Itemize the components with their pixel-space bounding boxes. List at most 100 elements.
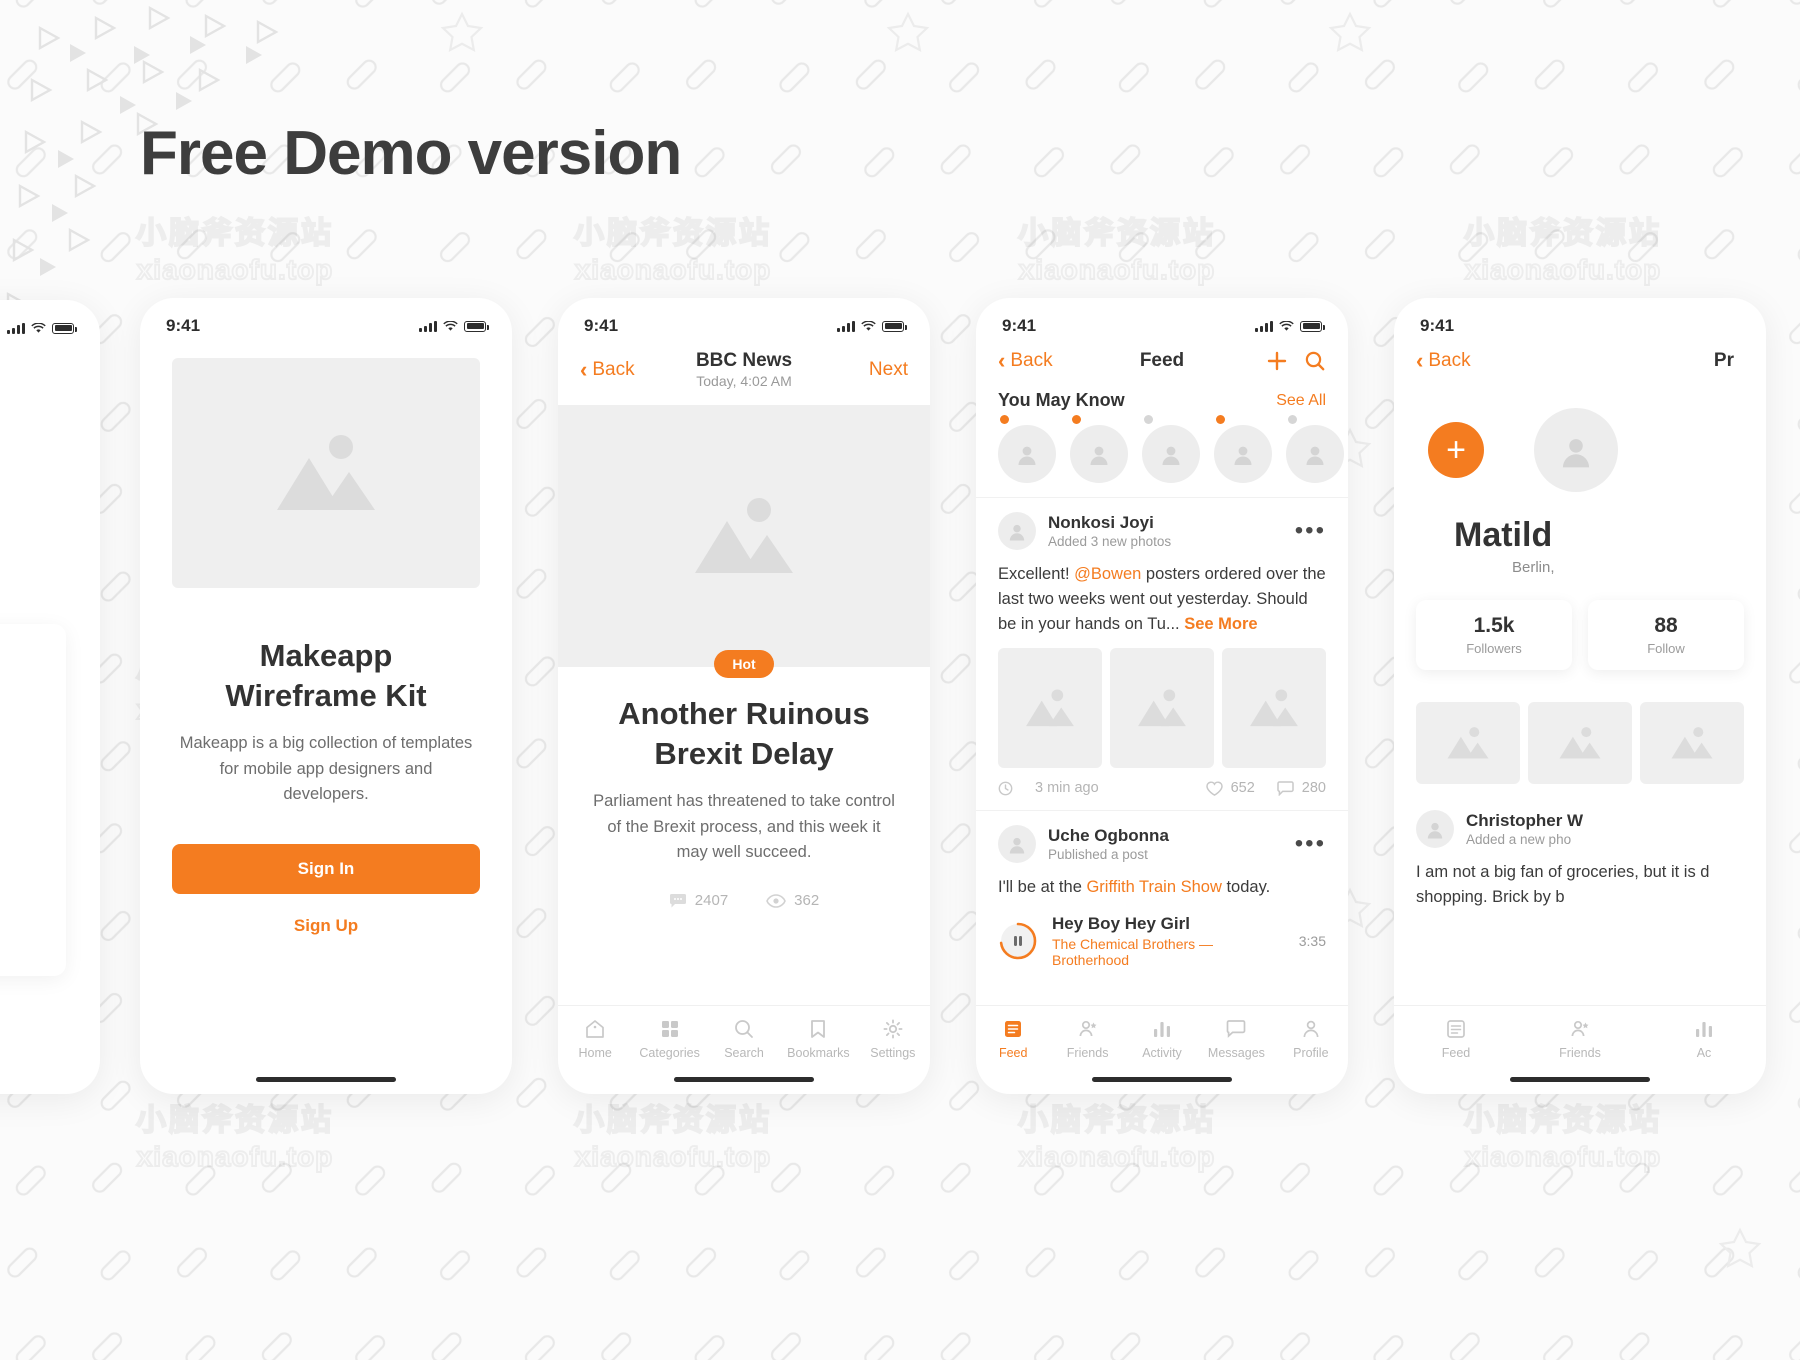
avatar — [1416, 810, 1454, 848]
likes-stat[interactable]: 652 — [1205, 780, 1255, 797]
tab-label: Friends — [1066, 1046, 1109, 1060]
article-title-line2: Brexit Delay — [654, 735, 834, 771]
tab-friends[interactable]: Friends — [1518, 1018, 1642, 1060]
profile-post: Christopher W Added a new pho I am not a… — [1394, 796, 1766, 910]
profile-name: Matild — [1454, 516, 1553, 554]
avatar — [1142, 425, 1200, 483]
tab-settings[interactable]: Settings — [856, 1018, 930, 1060]
mention-link[interactable]: @Bowen — [1074, 565, 1141, 583]
unread-dot — [1072, 415, 1081, 424]
chevron-left-icon: ‹ — [998, 348, 1006, 373]
profile-location: Berlin, — [1512, 559, 1555, 576]
post-more-button[interactable]: ••• — [1295, 518, 1326, 543]
pause-button[interactable] — [998, 921, 1038, 961]
tab-feed[interactable]: Feed — [1394, 1018, 1518, 1060]
friends-icon — [1079, 1020, 1097, 1037]
status-icons — [1255, 320, 1325, 332]
person-icon — [1562, 438, 1590, 468]
navigation-bar: ‹ Back Feed — [976, 344, 1348, 378]
sign-in-button[interactable]: Sign In — [172, 844, 480, 895]
add-icon[interactable] — [1266, 350, 1288, 372]
tab-activity[interactable]: Ac — [1642, 1018, 1766, 1060]
post-text-before: Excellent! — [998, 565, 1075, 583]
home-icon — [586, 1020, 605, 1038]
suggestion-avatar-item[interactable] — [1142, 415, 1200, 483]
profile-photos — [1394, 682, 1766, 784]
next-button[interactable]: Next — [836, 359, 908, 381]
tab-activity[interactable]: Activity — [1125, 1018, 1199, 1060]
profile-photo[interactable] — [1528, 702, 1632, 784]
navigation-bar: ‹ Back BBC News Today, 4:02 AM Next — [558, 344, 930, 399]
suggestion-avatar-item[interactable] — [1070, 415, 1128, 483]
wifi-icon — [1279, 320, 1294, 331]
profile-photo[interactable] — [1640, 702, 1744, 784]
see-all-link[interactable]: See All — [1276, 392, 1326, 410]
post-body: Excellent! @Bowen posters ordered over t… — [998, 562, 1326, 636]
person-icon — [1009, 837, 1025, 854]
post-meta: Added a new pho — [1466, 832, 1572, 847]
messages-icon — [1227, 1020, 1246, 1038]
suggestion-avatar-item[interactable] — [1286, 415, 1344, 483]
person-icon — [1090, 446, 1108, 466]
event-link[interactable]: Griffith Train Show — [1086, 878, 1221, 896]
onboarding-title-line2: Wireframe Kit — [225, 677, 427, 713]
music-player: Hey Boy Hey Girl The Chemical Brothers —… — [998, 914, 1326, 968]
sign-up-button[interactable]: Sign Up — [140, 916, 512, 936]
tab-friends[interactable]: Friends — [1050, 1018, 1124, 1060]
status-bar: 9:41 — [558, 298, 930, 344]
wifi-icon — [443, 320, 458, 331]
search-icon[interactable] — [1304, 350, 1326, 372]
tab-categories[interactable]: Categories — [632, 1018, 706, 1060]
views-stat: 362 — [766, 892, 819, 909]
phone-partial-left-card: ame — [0, 624, 66, 976]
stat-card-followers[interactable]: 1.5k Followers — [1416, 600, 1572, 670]
tab-bookmarks[interactable]: Bookmarks — [781, 1018, 855, 1060]
comments-stat: 2407 — [669, 892, 728, 909]
comments-stat[interactable]: 280 — [1277, 780, 1326, 796]
nav-title-block: Pr — [1488, 350, 1744, 372]
post-photo[interactable] — [1222, 648, 1326, 769]
post-more-button[interactable]: ••• — [1295, 831, 1326, 856]
chevron-left-icon: ‹ — [1416, 348, 1424, 373]
tab-feed[interactable]: Feed — [976, 1018, 1050, 1060]
status-bar: 9:41 — [140, 298, 512, 344]
profile-photo[interactable] — [1416, 702, 1520, 784]
tab-label: Settings — [870, 1046, 916, 1060]
see-more-link[interactable]: See More — [1184, 615, 1257, 633]
suggestion-avatar-item[interactable] — [998, 415, 1056, 483]
article-title-line1: Another Ruinous — [618, 696, 870, 731]
stat-value: 1.5k — [1473, 614, 1515, 637]
nav-title-block: Feed — [1070, 350, 1254, 372]
stat-label: Followers — [1466, 641, 1522, 656]
tab-label: Messages — [1207, 1046, 1265, 1060]
back-button[interactable]: ‹ Back — [580, 358, 652, 381]
unread-dot — [1000, 415, 1009, 424]
tab-label: Bookmarks — [787, 1046, 850, 1060]
likes-count: 652 — [1230, 780, 1255, 797]
signal-icon — [7, 322, 25, 334]
post-meta: Added 3 new photos — [1048, 534, 1172, 549]
add-photo-button[interactable]: + — [1428, 422, 1484, 478]
tab-profile[interactable]: Profile — [1274, 1018, 1348, 1060]
post-photo[interactable] — [998, 648, 1102, 769]
page-title: Free Demo version — [140, 119, 682, 188]
feed-icon — [1005, 1021, 1022, 1037]
tab-messages[interactable]: Messages — [1199, 1018, 1273, 1060]
tab-home[interactable]: Home — [558, 1018, 632, 1060]
tab-label: Profile — [1293, 1046, 1329, 1060]
post-photo[interactable] — [1110, 648, 1214, 769]
stat-card-following[interactable]: 88 Follow — [1588, 600, 1744, 670]
onboarding-title: Makeapp Wireframe Kit — [140, 636, 512, 715]
back-button[interactable]: ‹ Back — [1416, 350, 1488, 372]
signal-icon — [837, 320, 855, 332]
feed-post: Uche Ogbonna Published a post ••• I'll b… — [976, 810, 1348, 968]
comment-icon — [669, 893, 686, 908]
activity-icon — [1154, 1022, 1171, 1037]
back-button[interactable]: ‹ Back — [998, 350, 1070, 372]
hero-image-placeholder — [172, 358, 480, 588]
suggestion-avatar-item[interactable] — [1214, 415, 1272, 483]
clock-icon — [998, 781, 1013, 796]
person-icon — [1018, 446, 1036, 466]
tab-search[interactable]: Search — [707, 1018, 781, 1060]
profile-header: + — [1394, 382, 1766, 492]
